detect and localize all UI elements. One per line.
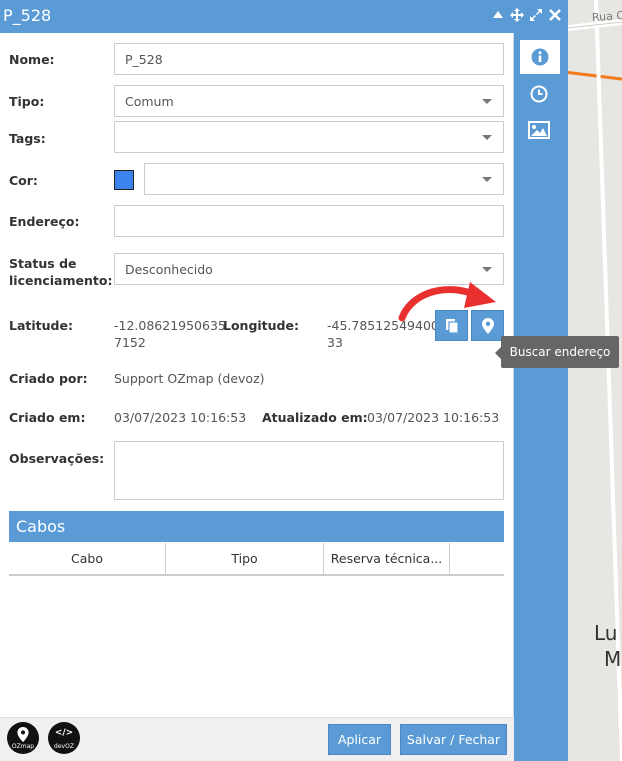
tab-history[interactable] (519, 77, 559, 111)
devoz-mark: </> (54, 728, 74, 738)
column-header-empty (450, 543, 504, 574)
panel-title: P_528 (3, 6, 52, 25)
map-place-label: Lu M (594, 621, 622, 671)
tipo-label: Tipo: (9, 94, 45, 109)
info-icon (531, 48, 549, 66)
nome-input[interactable]: P_528 (114, 43, 504, 75)
criado-por-label: Criado por: (9, 371, 88, 386)
annotation-arrow (398, 282, 496, 322)
atualizado-em-value: 03/07/2023 10:16:53 (367, 410, 500, 425)
ozmap-pin-icon (17, 727, 29, 742)
collapse-icon[interactable] (491, 8, 505, 22)
panel-footer: OZmap </> devOZ Aplicar Salvar / Fechar (0, 717, 514, 761)
color-swatch[interactable] (114, 170, 134, 190)
map-street-label: Rua C (591, 8, 622, 25)
longitude-label: Longitude: (223, 318, 299, 333)
column-header-reserva[interactable]: Reserva técnica... (324, 543, 450, 574)
move-icon[interactable] (510, 8, 524, 22)
endereco-input[interactable] (114, 205, 504, 237)
cabos-table-header: Cabo Tipo Reserva técnica... (9, 543, 504, 576)
tipo-select[interactable]: Comum (114, 85, 504, 117)
status-label: Status de licenciamento: (9, 256, 113, 288)
column-header-cabo[interactable]: Cabo (9, 543, 166, 574)
latitude-label: Latitude: (9, 318, 73, 333)
apply-button[interactable]: Aplicar (328, 724, 391, 755)
tags-label: Tags: (9, 131, 46, 146)
clock-icon (530, 85, 548, 103)
ozmap-logo: OZmap (7, 722, 39, 754)
criado-em-value: 03/07/2023 10:16:53 (114, 410, 247, 425)
close-icon[interactable] (548, 8, 562, 22)
panel-header: P_528 (0, 0, 568, 33)
atualizado-em-label: Atualizado em: (262, 410, 368, 425)
column-header-tipo[interactable]: Tipo (166, 543, 324, 574)
nome-label: Nome: (9, 52, 55, 67)
tab-info[interactable] (520, 40, 560, 74)
image-icon (528, 121, 550, 139)
endereco-label: Endereço: (9, 214, 80, 229)
expand-icon[interactable] (529, 8, 543, 22)
observacoes-textarea[interactable] (114, 441, 504, 500)
save-close-button[interactable]: Salvar / Fechar (400, 724, 507, 755)
panel-sidebar (514, 33, 568, 761)
observacoes-label: Observações: (9, 451, 105, 466)
devoz-logo: </> devOZ (48, 722, 80, 754)
cor-select[interactable] (144, 163, 504, 195)
properties-panel: Nome: P_528 Tipo: Comum Tags: Cor: Ender… (0, 0, 514, 761)
cor-label: Cor: (9, 173, 38, 188)
latitude-value: -12.08621950635 7152 (114, 318, 226, 350)
cabos-section-header: Cabos (9, 511, 504, 542)
tags-select[interactable] (114, 121, 504, 153)
criado-em-label: Criado em: (9, 410, 86, 425)
search-address-tooltip: Buscar endereço (495, 336, 619, 368)
criado-por-value: Support OZmap (devoz) (114, 371, 265, 386)
tab-images[interactable] (519, 113, 559, 147)
